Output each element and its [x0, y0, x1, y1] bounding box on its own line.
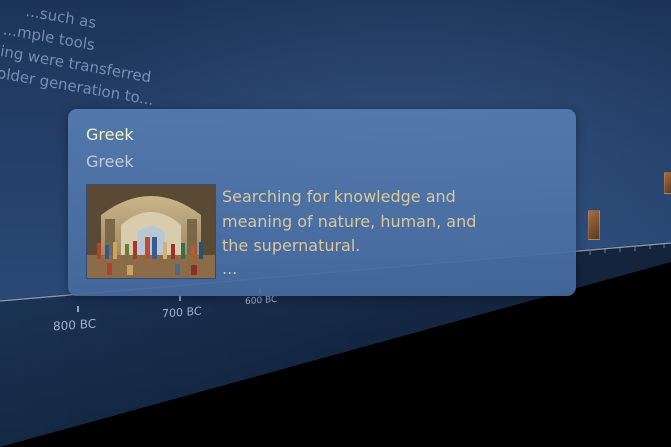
- event-detail-card[interactable]: Greek Greek Searching for knowledge and …: [68, 109, 576, 296]
- card-title: Greek: [86, 125, 134, 144]
- card-subtitle: Greek: [86, 152, 134, 171]
- axis-label-700bc: 700 BC: [162, 304, 202, 321]
- school-of-athens-painting-icon[interactable]: [86, 184, 216, 279]
- mini-event-thumbnail[interactable]: [588, 210, 600, 240]
- mini-event-thumbnail[interactable]: [664, 172, 671, 194]
- timeline-viewport[interactable]: ...such as ...mple tools ...ing were tra…: [0, 0, 671, 447]
- axis-tick: [77, 306, 79, 312]
- card-description: Searching for knowledge and meaning of n…: [222, 187, 477, 255]
- painting-graphic: [87, 185, 215, 278]
- card-more-ellipsis[interactable]: ...: [222, 259, 237, 278]
